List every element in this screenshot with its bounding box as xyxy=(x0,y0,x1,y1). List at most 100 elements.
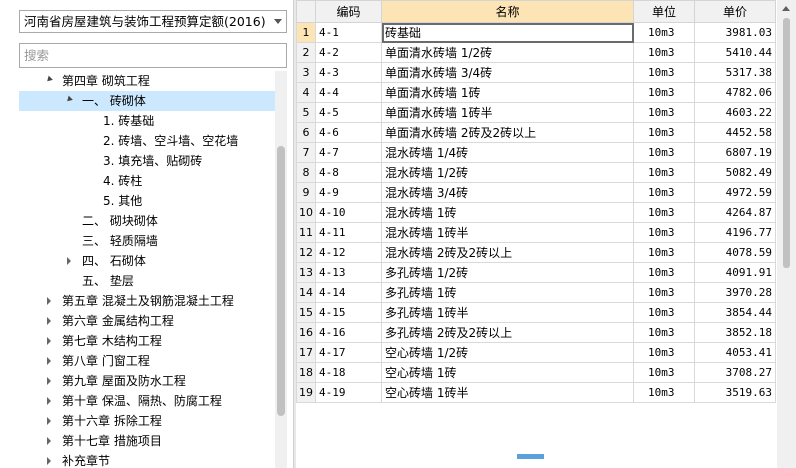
row-number[interactable]: 1 xyxy=(296,22,316,43)
collapse-triangle-icon[interactable] xyxy=(45,371,55,391)
table-row[interactable]: 13 4-13 多孔砖墙 1/2砖 10m3 4091.91 xyxy=(296,262,776,283)
row-number[interactable]: 16 xyxy=(296,322,316,343)
table-row[interactable]: 7 4-7 混水砖墙 1/4砖 10m3 6807.19 xyxy=(296,142,776,163)
tree-node[interactable]: 二、 砌块砌体 xyxy=(19,211,275,231)
collapse-triangle-icon[interactable] xyxy=(45,331,55,351)
cell-code[interactable]: 4-18 xyxy=(315,362,382,383)
collapse-triangle-icon[interactable] xyxy=(65,251,75,271)
tree-node[interactable]: 第九章 屋面及防水工程 xyxy=(19,371,275,391)
cell-unit[interactable]: 10m3 xyxy=(633,162,695,183)
table-row[interactable]: 6 4-6 单面清水砖墙 2砖及2砖以上 10m3 4452.58 xyxy=(296,122,776,143)
tree-node[interactable]: 3. 填充墙、贴砌砖 xyxy=(19,151,275,171)
cell-price[interactable]: 4053.41 xyxy=(694,342,776,363)
cell-price[interactable]: 3852.18 xyxy=(694,322,776,343)
cell-unit[interactable]: 10m3 xyxy=(633,382,695,403)
row-number[interactable]: 6 xyxy=(296,122,316,143)
cell-price[interactable]: 4078.59 xyxy=(694,242,776,263)
cell-price[interactable]: 3519.63 xyxy=(694,382,776,403)
tree-node[interactable]: 2. 砖墙、空斗墙、空花墙 xyxy=(19,131,275,151)
tree-node[interactable]: 5. 其他 xyxy=(19,191,275,211)
cell-name[interactable]: 单面清水砖墙 1砖 xyxy=(381,82,634,103)
cell-unit[interactable]: 10m3 xyxy=(633,102,695,123)
cell-name[interactable]: 多孔砖墙 1砖 xyxy=(381,282,634,303)
row-number[interactable]: 11 xyxy=(296,222,316,243)
cell-unit[interactable]: 10m3 xyxy=(633,182,695,203)
cell-code[interactable]: 4-5 xyxy=(315,102,382,123)
cell-name[interactable]: 混水砖墙 1砖半 xyxy=(381,222,634,243)
cell-code[interactable]: 4-3 xyxy=(315,62,382,83)
table-row[interactable]: 2 4-2 单面清水砖墙 1/2砖 10m3 5410.44 xyxy=(296,42,776,63)
cell-code[interactable]: 4-7 xyxy=(315,142,382,163)
cell-price[interactable]: 3708.27 xyxy=(694,362,776,383)
cell-unit[interactable]: 10m3 xyxy=(633,322,695,343)
cell-name[interactable]: 混水砖墙 3/4砖 xyxy=(381,182,634,203)
column-header-price[interactable]: 单价 xyxy=(694,0,776,23)
tree-node[interactable]: 4. 砖柱 xyxy=(19,171,275,191)
cell-name[interactable]: 单面清水砖墙 2砖及2砖以上 xyxy=(381,122,634,143)
column-header-unit[interactable]: 单位 xyxy=(633,0,695,23)
cell-name[interactable]: 单面清水砖墙 1砖半 xyxy=(381,102,634,123)
row-number[interactable]: 12 xyxy=(296,242,316,263)
cell-name[interactable]: 混水砖墙 2砖及2砖以上 xyxy=(381,242,634,263)
tree-node[interactable]: 五、 垫层 xyxy=(19,271,275,291)
cell-name[interactable]: 单面清水砖墙 1/2砖 xyxy=(381,42,634,63)
table-row[interactable]: 16 4-16 多孔砖墙 2砖及2砖以上 10m3 3852.18 xyxy=(296,322,776,343)
collapse-triangle-icon[interactable] xyxy=(45,311,55,331)
collapse-triangle-icon[interactable] xyxy=(45,351,55,371)
table-row[interactable]: 15 4-15 多孔砖墙 1砖半 10m3 3854.44 xyxy=(296,302,776,323)
cell-price[interactable]: 4972.59 xyxy=(694,182,776,203)
cell-name[interactable]: 空心砖墙 1砖半 xyxy=(381,382,634,403)
column-header-code[interactable]: 编码 xyxy=(315,0,382,23)
tree-node[interactable]: 一、 砖砌体 xyxy=(19,91,275,111)
cell-name[interactable]: 多孔砖墙 1/2砖 xyxy=(381,262,634,283)
tree-node[interactable]: 补充章节 xyxy=(19,451,275,468)
row-number[interactable]: 10 xyxy=(296,202,316,223)
cell-name[interactable]: 多孔砖墙 1砖半 xyxy=(381,302,634,323)
cell-price[interactable]: 6807.19 xyxy=(694,142,776,163)
row-number[interactable]: 3 xyxy=(296,62,316,83)
cell-name[interactable]: 砖基础 xyxy=(381,22,634,43)
cell-unit[interactable]: 10m3 xyxy=(633,82,695,103)
row-number[interactable]: 2 xyxy=(296,42,316,63)
cell-price[interactable]: 4091.91 xyxy=(694,262,776,283)
row-number[interactable]: 7 xyxy=(296,142,316,163)
cell-unit[interactable]: 10m3 xyxy=(633,302,695,323)
tree-node[interactable]: 第八章 门窗工程 xyxy=(19,351,275,371)
collapse-triangle-icon[interactable] xyxy=(45,291,55,311)
collapse-triangle-icon[interactable] xyxy=(45,451,55,468)
cell-name[interactable]: 混水砖墙 1/2砖 xyxy=(381,162,634,183)
cell-code[interactable]: 4-4 xyxy=(315,82,382,103)
tree-node[interactable]: 第六章 金属结构工程 xyxy=(19,311,275,331)
table-row[interactable]: 10 4-10 混水砖墙 1砖 10m3 4264.87 xyxy=(296,202,776,223)
tree-node[interactable]: 第七章 木结构工程 xyxy=(19,331,275,351)
table-row[interactable]: 18 4-18 空心砖墙 1砖 10m3 3708.27 xyxy=(296,362,776,383)
cell-price[interactable]: 5317.38 xyxy=(694,62,776,83)
cell-price[interactable]: 3981.03 xyxy=(694,22,776,43)
cell-unit[interactable]: 10m3 xyxy=(633,202,695,223)
tree-scrollbar[interactable] xyxy=(275,71,287,468)
cell-unit[interactable]: 10m3 xyxy=(633,242,695,263)
row-number[interactable]: 13 xyxy=(296,262,316,283)
grid-scrollbar[interactable] xyxy=(777,0,796,468)
collapse-triangle-icon[interactable] xyxy=(45,431,55,451)
splitter-grip[interactable] xyxy=(517,454,544,459)
cell-price[interactable]: 4782.06 xyxy=(694,82,776,103)
row-number[interactable]: 9 xyxy=(296,182,316,203)
column-header-name[interactable]: 名称 xyxy=(381,0,634,23)
cell-price[interactable]: 5082.49 xyxy=(694,162,776,183)
tree-node[interactable]: 1. 砖基础 xyxy=(19,111,275,131)
scroll-up-icon[interactable] xyxy=(782,6,790,11)
row-number[interactable]: 19 xyxy=(296,382,316,403)
corner-header[interactable] xyxy=(296,0,316,23)
table-row[interactable]: 8 4-8 混水砖墙 1/2砖 10m3 5082.49 xyxy=(296,162,776,183)
table-row[interactable]: 12 4-12 混水砖墙 2砖及2砖以上 10m3 4078.59 xyxy=(296,242,776,263)
search-input[interactable] xyxy=(19,43,287,68)
tree-node[interactable]: 四、 石砌体 xyxy=(19,251,275,271)
cell-code[interactable]: 4-12 xyxy=(315,242,382,263)
cell-code[interactable]: 4-2 xyxy=(315,42,382,63)
cell-name[interactable]: 空心砖墙 1砖 xyxy=(381,362,634,383)
cell-code[interactable]: 4-19 xyxy=(315,382,382,403)
cell-code[interactable]: 4-6 xyxy=(315,122,382,143)
collapse-triangle-icon[interactable] xyxy=(45,391,55,411)
cell-code[interactable]: 4-10 xyxy=(315,202,382,223)
